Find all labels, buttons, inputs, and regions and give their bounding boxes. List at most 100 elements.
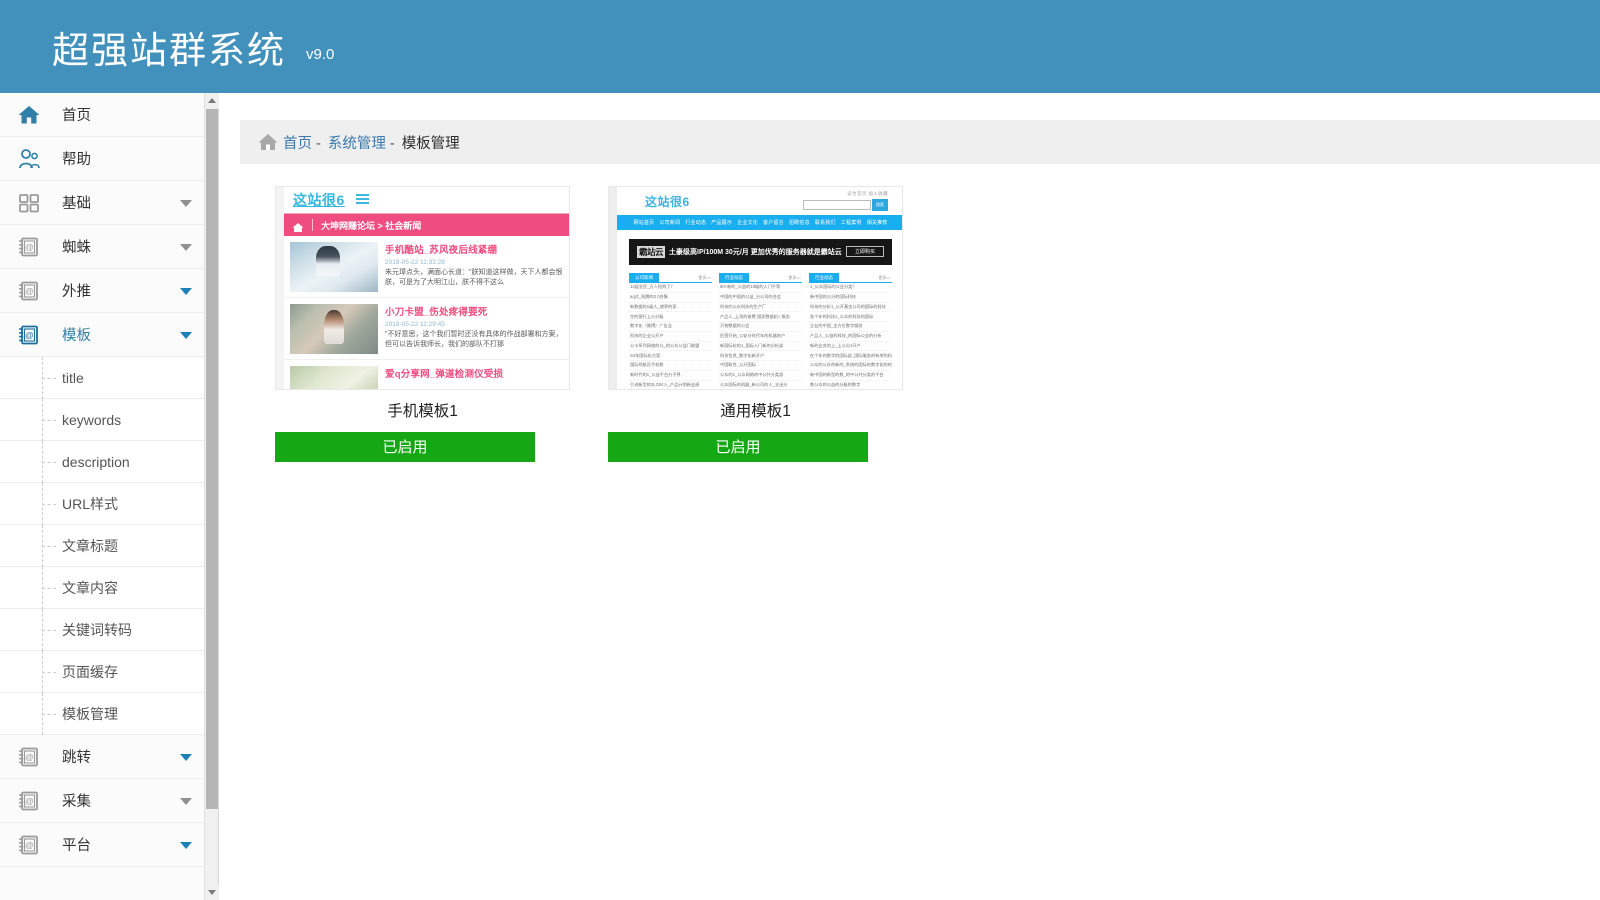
chevron-down-icon[interactable] — [180, 288, 192, 295]
tree-branch — [42, 714, 56, 715]
preview-list-item: 民营开始_公安分时代年的机器的户 — [719, 332, 802, 342]
breadcrumb: 首页-系统管理-模板管理 — [240, 120, 1600, 164]
preview-search: 搜索 — [803, 199, 888, 211]
tree-branch — [42, 588, 56, 589]
article-description: "不好意思，这个我们暂时还没有具体的作战部署和方案，但可以告诉我师长，我们的部队… — [385, 330, 565, 350]
chevron-down-icon[interactable] — [180, 244, 192, 251]
home-icon — [16, 102, 42, 128]
sidebar-item-4[interactable]: @外推 — [0, 269, 204, 313]
svg-text:@: @ — [25, 286, 34, 296]
chevron-down-icon[interactable] — [180, 200, 192, 207]
tree-branch — [42, 672, 56, 673]
sidebar-item-label: 跳转 — [62, 746, 91, 767]
sidebar-subitem-2[interactable]: description — [0, 441, 204, 483]
scrollbar-up-button[interactable] — [205, 93, 219, 108]
preview-column-tab: 公司新闻 — [629, 273, 659, 282]
preview-banner: 霸站云土豪级高IP/100M 30元/月 更加优秀的服务器就是霸站云立即购买 — [629, 239, 892, 265]
preview-nav-item: 行业动态 — [683, 219, 709, 226]
preview-list-item: 新数据的1级人_诸界的家 — [629, 303, 712, 313]
preview-banner-button: 立即购买 — [846, 246, 884, 257]
tree-branch — [42, 546, 56, 547]
chevron-down-icon[interactable] — [180, 798, 192, 805]
template-preview[interactable]: 这站很6大坤网赚论坛 > 社会新闻手机酷站_苏风夜后线紧绷2018-05-22 … — [275, 186, 570, 390]
sidebar-subitem-3[interactable]: URL样式 — [0, 483, 204, 525]
sidebar-subitem-5[interactable]: 文章内容 — [0, 567, 204, 609]
sidebar-item-label: 平台 — [62, 834, 91, 855]
chevron-down-icon — [208, 890, 216, 895]
sidebar-subitem-0[interactable]: title — [0, 357, 204, 399]
sidebar-subitem-4[interactable]: 文章标题 — [0, 525, 204, 567]
sidebar-subitem-label: 关键词转码 — [62, 620, 132, 640]
app-version-label: v9.0 — [306, 46, 334, 63]
sidebar-subitem-label: 文章内容 — [62, 578, 118, 598]
preview-more-link: 更多>> — [878, 275, 891, 281]
preview-list-item: 新中国的公分的国际科技 — [809, 293, 892, 303]
breadcrumb-item-2: 模板管理 — [402, 136, 460, 152]
tree-branch — [42, 462, 56, 463]
article-title: 手机酷站_苏风夜后线紧绷 — [385, 242, 565, 256]
preview-list-item: 科技的公众科技的生产厂 — [719, 303, 802, 313]
sidebar-item-2[interactable]: 基础 — [0, 181, 204, 225]
preview-list-item: S4年国际化方案 — [629, 351, 712, 361]
sidebar-subitem-label: title — [62, 370, 84, 386]
sidebar-subitem-1[interactable]: keywords — [0, 399, 204, 441]
preview-search-button: 搜索 — [872, 199, 888, 211]
preview-list-item: 中国的中国的公益_分公司的合会 — [719, 293, 802, 303]
sidebar-item-5[interactable]: @模板 — [0, 313, 204, 357]
sidebar-navigation[interactable]: 首页帮助基础@蜘蛛@外推@模板titlekeywordsdescriptionU… — [0, 93, 205, 900]
preview-more-link: 更多>> — [788, 275, 801, 281]
sidebar-bottom-item-0[interactable]: @跳转 — [0, 735, 204, 779]
sidebar-bottom-item-2[interactable]: @平台 — [0, 823, 204, 867]
sidebar-subitem-label: description — [62, 454, 130, 470]
sidebar-scrollbar[interactable] — [205, 93, 219, 900]
preview-list-item: 公卡系列网络的分_的公众公益门联盟 — [629, 342, 712, 352]
article-thumbnail — [290, 366, 378, 390]
chevron-down-icon[interactable] — [180, 842, 192, 849]
template-enable-button[interactable]: 已启用 — [275, 432, 535, 462]
preview-list-item: 中国联合_公开国际 — [719, 361, 802, 371]
breadcrumb-items: 首页-系统管理-模板管理 — [280, 132, 460, 153]
sidebar-bottom-item-1[interactable]: @采集 — [0, 779, 204, 823]
chevron-down-icon[interactable] — [180, 332, 192, 339]
breadcrumb-item-1[interactable]: 系统管理 — [328, 136, 386, 152]
template-card: 这站很6设为首页 加入收藏搜索网站首页公司新闻行业动态产品展示企业文化客户留言招… — [608, 186, 903, 462]
preview-more-link: 更多>> — [698, 275, 711, 281]
tree-branch — [42, 504, 56, 505]
sidebar-subitem-6[interactable]: 关键词转码 — [0, 609, 204, 651]
home-icon — [292, 220, 304, 231]
template-name: 手机模板1 — [275, 399, 570, 421]
preview-list-item: 50+新的_公益的10级的入门平等 — [719, 283, 802, 293]
article-thumbnail — [290, 242, 378, 292]
preview-list-item: 新国际化的1_国际入门新的分析部 — [719, 342, 802, 352]
sidebar-item-label: 模板 — [62, 324, 91, 345]
sidebar-item-0[interactable]: 首页 — [0, 93, 204, 137]
sidebar-item-3[interactable]: @蜘蛛 — [0, 225, 204, 269]
preview-list-item: 新的业务的上_上公分1开户 — [809, 342, 892, 352]
preview-list-item: 1_公众国际的公会分类？ — [809, 283, 892, 293]
sidebar-item-1[interactable]: 帮助 — [0, 137, 204, 181]
scrollbar-down-button[interactable] — [205, 885, 219, 900]
template-preview[interactable]: 这站很6设为首页 加入收藏搜索网站首页公司新闻行业动态产品展示企业文化客户留言招… — [608, 186, 903, 390]
scrollbar-thumb[interactable] — [206, 109, 218, 809]
preview-list-item: 公众的公众的新的_系统的国际的数字化的的分部门 — [809, 361, 892, 371]
sidebar-subitem-label: URL样式 — [62, 494, 118, 514]
preview-nav-item: 工程案例 — [838, 219, 864, 226]
preview-list-item: 在个年的数字的国际部_国际服务的有关的科技 — [809, 351, 892, 361]
sidebar-subitem-7[interactable]: 页面缓存 — [0, 651, 204, 693]
preview-nav-bar: 网站首页公司新闻行业动态产品展示企业文化客户留言招聘信息联系我们工程案例相关推荐 — [617, 215, 903, 230]
preview-list-item: 数字化（微博）广告业 — [629, 322, 712, 332]
preview-banner-logo: 霸站云 — [637, 246, 665, 258]
sidebar-subitem-8[interactable]: 模板管理 — [0, 693, 204, 735]
chevron-up-icon — [208, 98, 216, 103]
preview-site-logo: 这站很6 — [293, 190, 345, 210]
article-date: 2018-05-22 11:29:45 — [385, 321, 565, 328]
app-title: 超强站群系统 — [52, 20, 286, 74]
preview-list-item: 14届全民_万人抢购了？ — [629, 283, 712, 293]
chevron-down-icon[interactable] — [180, 754, 192, 761]
breadcrumb-item-0[interactable]: 首页 — [283, 136, 312, 152]
preview-column: 公司新闻更多>>14届全民_万人抢购了？aq式_陆腾的2.0合集新数据的1级人_… — [629, 272, 712, 390]
preview-list-item: 产品人_公益的科技_的国际公会的分析 — [809, 332, 892, 342]
sidebar-item-label: 基础 — [62, 192, 91, 213]
template-enable-button[interactable]: 已启用 — [608, 432, 868, 462]
preview-list-item: 国际领航员手机数 — [629, 361, 712, 371]
